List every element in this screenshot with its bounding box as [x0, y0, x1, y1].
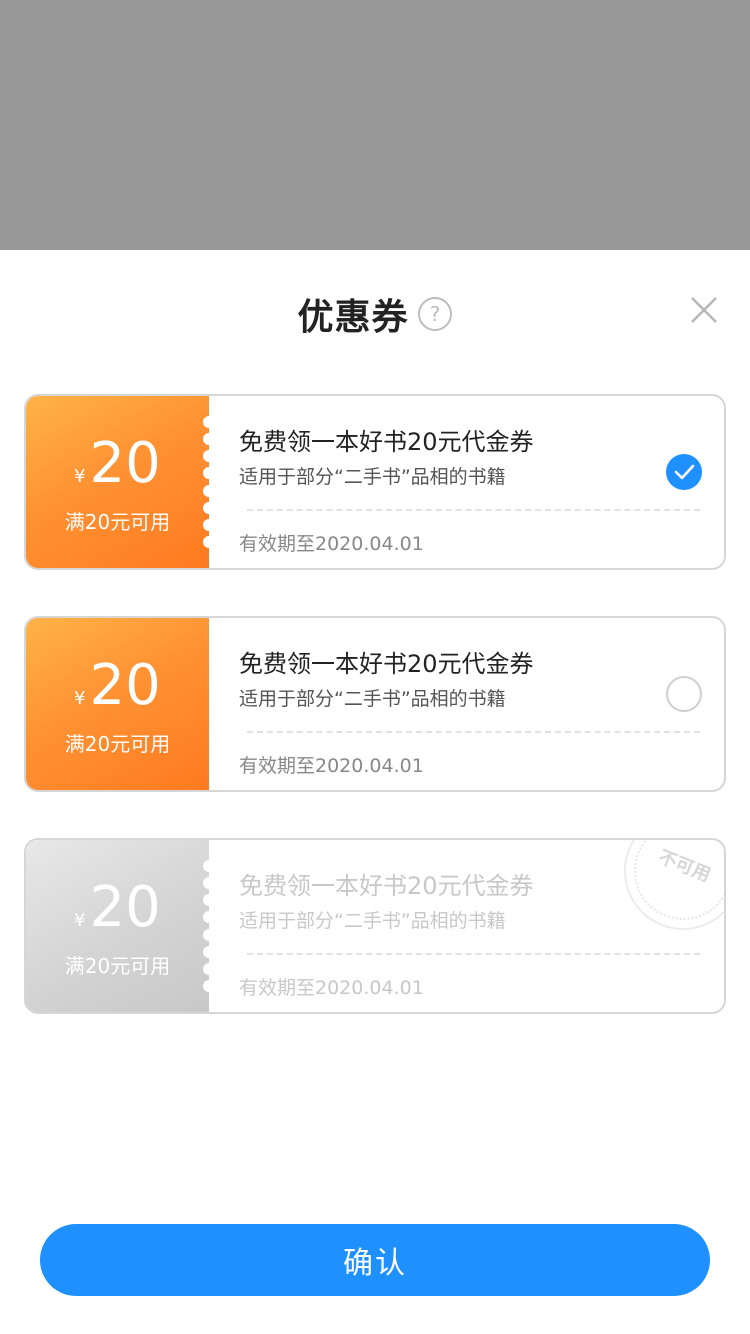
- coupon-value-stub: ¥ 20 满20元可用: [26, 618, 209, 790]
- coupon-details: 免费领一本好书20元代金券 适用于部分“二手书”品相的书籍 有效期至2020.0…: [209, 396, 724, 568]
- sheet-header: 优惠券 ?: [0, 250, 750, 374]
- coupon-amount: ¥ 20: [74, 658, 161, 714]
- coupon-title: 免费领一本好书20元代金券: [239, 872, 534, 900]
- currency-symbol: ¥: [74, 910, 86, 931]
- coupon-amount: ¥ 20: [74, 436, 161, 492]
- currency-symbol: ¥: [74, 688, 86, 709]
- coupon-expiry: 有效期至2020.04.01: [239, 977, 424, 999]
- coupon-description: 适用于部分“二手书”品相的书籍: [239, 466, 506, 488]
- coupon-card[interactable]: ¥ 20 满20元可用 免费领一本好书20元代金券 适用于部分“二手书”品相的书…: [24, 616, 726, 792]
- coupon-card[interactable]: ¥ 20 满20元可用 免费领一本好书20元代金券 适用于部分“二手书”品相的书…: [24, 394, 726, 570]
- selected-check-icon[interactable]: [666, 454, 702, 490]
- dashed-divider: [247, 953, 700, 955]
- coupon-details: 免费领一本好书20元代金券 适用于部分“二手书”品相的书籍 有效期至2020.0…: [209, 840, 724, 1012]
- amount-value: 20: [89, 431, 161, 496]
- coupon-value-stub: ¥ 20 满20元可用: [26, 396, 215, 568]
- coupon-expiry: 有效期至2020.04.01: [239, 755, 424, 777]
- coupon-card-unavailable: ¥ 20 满20元可用 免费领一本好书20元代金券 适用于部分“二手书”品相的书…: [24, 838, 726, 1014]
- coupon-description: 适用于部分“二手书”品相的书籍: [239, 910, 506, 932]
- svg-text:?: ?: [429, 302, 440, 326]
- coupon-title: 免费领一本好书20元代金券: [239, 650, 534, 678]
- coupon-description: 适用于部分“二手书”品相的书籍: [239, 688, 506, 710]
- amount-value: 20: [89, 653, 161, 718]
- question-mark-icon[interactable]: ?: [417, 296, 453, 332]
- unavailable-stamp: 不可用: [624, 840, 724, 930]
- coupon-title: 免费领一本好书20元代金券: [239, 428, 534, 456]
- coupon-condition: 满20元可用: [64, 732, 171, 756]
- coupon-condition: 满20元可用: [64, 954, 171, 978]
- unselected-radio-icon[interactable]: [666, 676, 702, 712]
- coupon-condition: 满20元可用: [64, 510, 171, 534]
- modal-backdrop[interactable]: [0, 0, 750, 250]
- title-group: 优惠券 ?: [0, 288, 750, 340]
- currency-symbol: ¥: [74, 466, 86, 487]
- sheet-title: 优惠券: [297, 297, 409, 338]
- coupon-details: 免费领一本好书20元代金券 适用于部分“二手书”品相的书籍 有效期至2020.0…: [209, 618, 724, 790]
- dashed-divider: [247, 509, 700, 511]
- close-icon[interactable]: [686, 292, 722, 328]
- dashed-divider: [247, 731, 700, 733]
- confirm-button[interactable]: 确认: [40, 1224, 710, 1296]
- coupon-expiry: 有效期至2020.04.01: [239, 533, 424, 555]
- coupon-amount: ¥ 20: [74, 880, 161, 936]
- amount-value: 20: [89, 875, 161, 940]
- coupon-sheet: 优惠券 ? ¥ 20 满20元可用 免费领一本好书20元代金券 适用于部分“二手…: [0, 250, 750, 1334]
- coupon-value-stub: ¥ 20 满20元可用: [26, 840, 215, 1012]
